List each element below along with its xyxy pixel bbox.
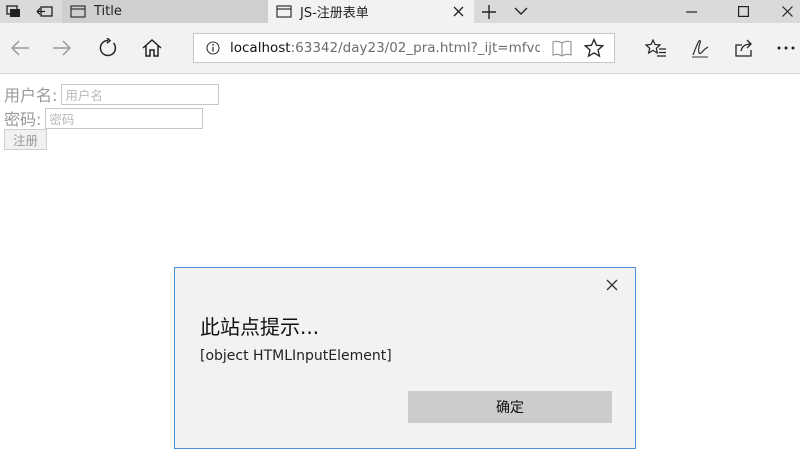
page-icon <box>70 5 86 19</box>
password-input[interactable]: 密码 <box>45 107 204 129</box>
favorite-star-icon[interactable] <box>574 23 614 73</box>
info-icon[interactable] <box>206 41 220 55</box>
reading-view-icon[interactable] <box>552 40 572 61</box>
dialog-title: 此站点提示... <box>200 315 320 339</box>
dialog-message: [object HTMLInputElement] <box>200 348 392 364</box>
username-label: 用户名: <box>4 86 58 105</box>
tab-js-register-form[interactable]: JS-注册表单 <box>268 0 474 23</box>
dialog-close-icon[interactable] <box>604 277 620 293</box>
new-tab-icon[interactable] <box>476 0 502 23</box>
tab-strip: Title JS-注册表单 <box>0 0 800 23</box>
back-icon[interactable] <box>0 23 40 73</box>
minimize-icon[interactable] <box>668 0 714 23</box>
tab-actions-icon[interactable] <box>0 0 28 23</box>
set-aside-tabs-icon[interactable] <box>28 0 62 23</box>
address-bar[interactable]: localhost:63342/day23/02_pra.html?_ijt=m… <box>193 33 615 63</box>
home-icon[interactable] <box>132 23 172 73</box>
tab-label: Title <box>94 4 122 19</box>
alert-dialog: 此站点提示... [object HTMLInputElement] 确定 <box>174 267 636 449</box>
username-placeholder: 用户名 <box>65 87 103 103</box>
window-close-icon[interactable] <box>764 0 800 23</box>
ok-button[interactable]: 确定 <box>408 391 612 423</box>
navigation-bar: localhost:63342/day23/02_pra.html?_ijt=m… <box>0 23 800 74</box>
share-icon[interactable] <box>724 23 764 73</box>
register-button[interactable]: 注册 <box>4 129 47 150</box>
username-row: 用户名: 用户名 <box>4 82 220 106</box>
tab-list-chevron-icon[interactable] <box>508 0 534 23</box>
close-icon[interactable] <box>453 0 464 23</box>
url-text[interactable]: localhost:63342/day23/02_pra.html?_ijt=m… <box>230 40 540 56</box>
password-label: 密码: <box>4 110 42 129</box>
tab-label: JS-注册表单 <box>300 6 369 21</box>
page-icon <box>276 5 292 19</box>
forward-icon[interactable] <box>42 23 82 73</box>
username-input[interactable]: 用户名 <box>61 83 220 105</box>
url-path: :63342/day23/02_pra.html?_ijt=mfvqd6c9up <box>290 40 540 56</box>
password-placeholder: 密码 <box>49 111 75 127</box>
maximize-icon[interactable] <box>720 0 766 23</box>
password-row: 密码: 密码 <box>4 106 204 130</box>
url-host: localhost <box>230 40 291 56</box>
tab-title[interactable]: Title <box>62 0 268 23</box>
web-note-icon[interactable] <box>680 23 720 73</box>
refresh-icon[interactable] <box>88 23 128 73</box>
more-icon[interactable] <box>766 23 800 73</box>
favorites-hub-icon[interactable] <box>636 23 676 73</box>
